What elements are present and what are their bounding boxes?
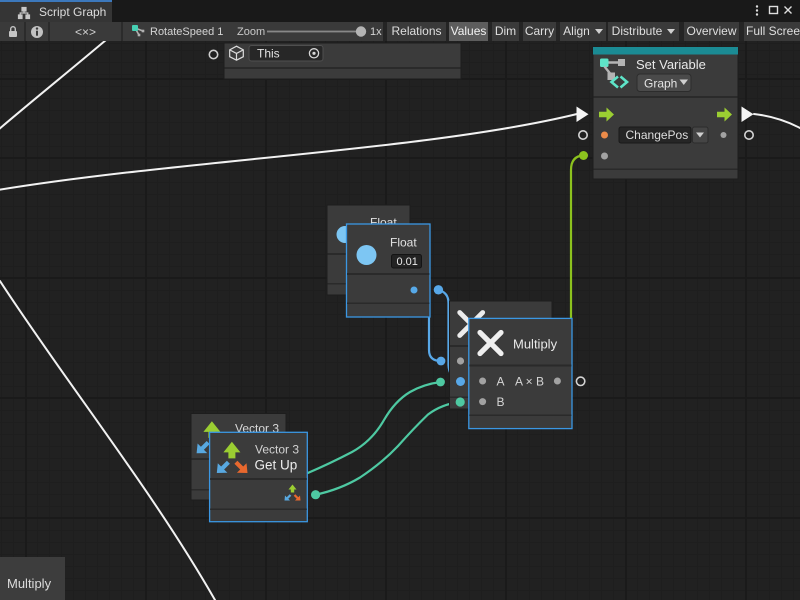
svg-text:Multiply: Multiply (513, 337, 558, 352)
svg-text:Graph: Graph (644, 77, 677, 91)
svg-text:Set Variable: Set Variable (636, 57, 706, 72)
svg-text:A × B: A × B (515, 375, 544, 389)
svg-text:A: A (497, 375, 505, 389)
svg-text:This: This (257, 47, 280, 61)
svg-text:Vector 3: Vector 3 (255, 443, 299, 457)
svg-text:0.01: 0.01 (397, 256, 418, 268)
svg-text:Float: Float (390, 236, 417, 250)
svg-text:Get Up: Get Up (255, 458, 298, 473)
svg-text:B: B (497, 395, 505, 409)
svg-text:ChangePos: ChangePos (626, 128, 689, 142)
